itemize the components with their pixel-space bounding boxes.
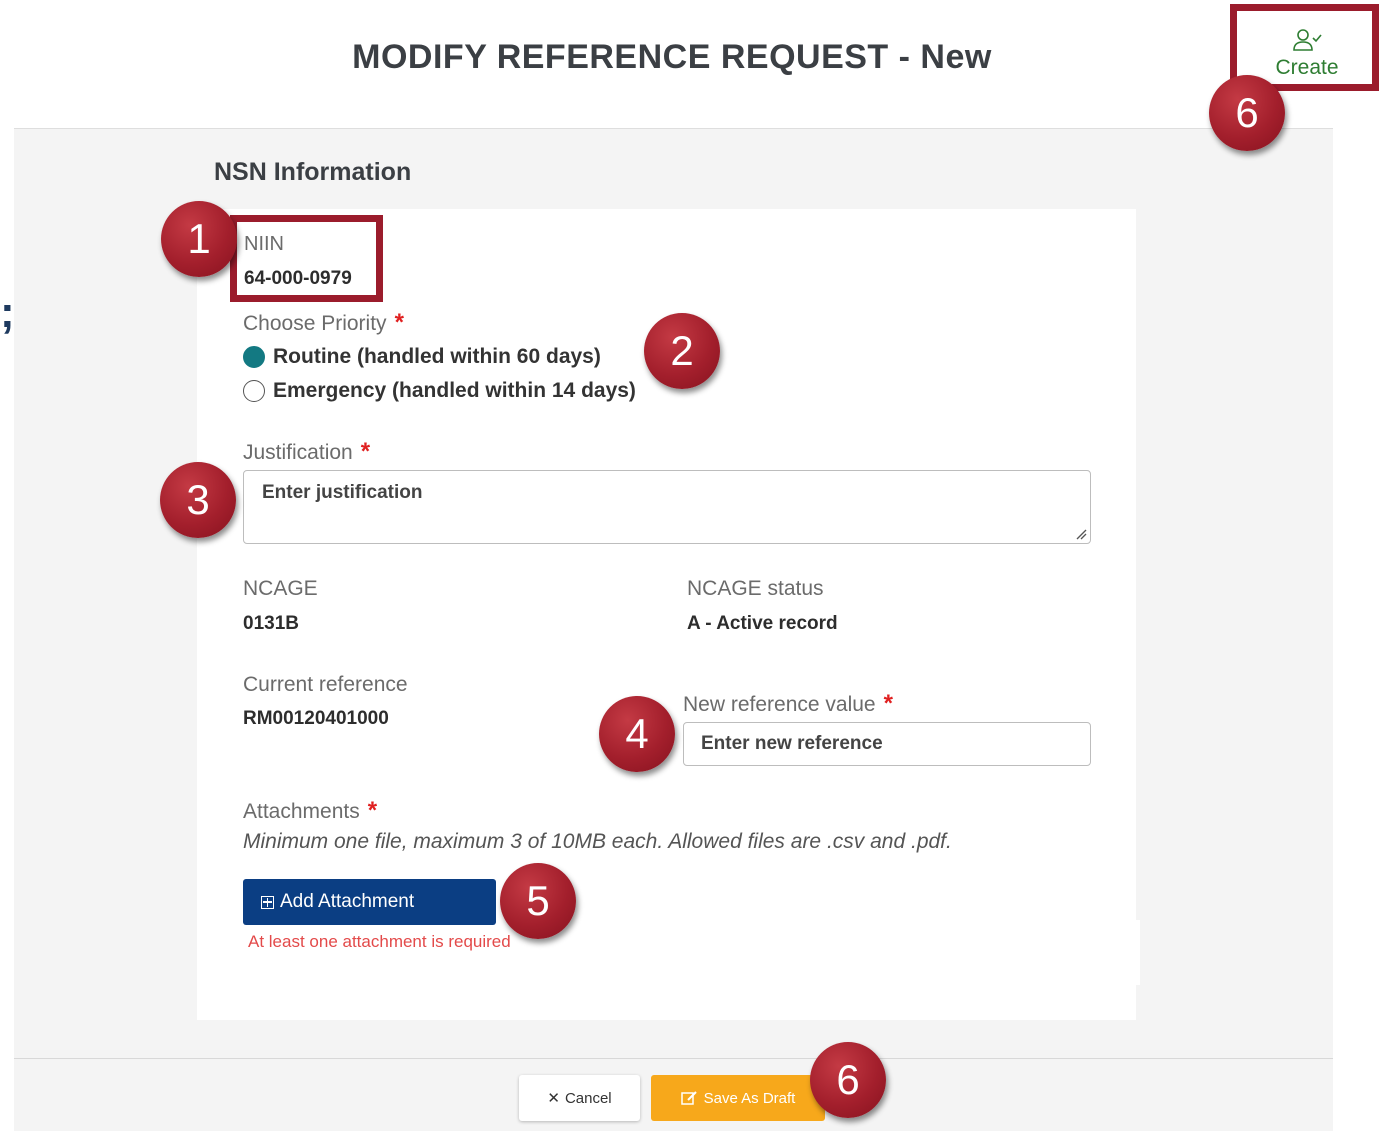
radio-empty-icon[interactable] xyxy=(243,380,265,402)
ncage-label: NCAGE xyxy=(243,577,318,600)
callout-badge: 3 xyxy=(160,462,236,538)
priority-option-label: Routine (handled within 60 days) xyxy=(273,345,601,368)
create-label: Create xyxy=(1275,56,1339,79)
ncage-status-value: A - Active record xyxy=(687,613,838,634)
niin-value: 64-000-0979 xyxy=(244,268,352,289)
attachments-label: Attachments * xyxy=(243,797,378,824)
current-reference-value: RM00120401000 xyxy=(243,708,389,729)
justification-textarea[interactable]: Enter justification xyxy=(243,470,1091,544)
save-as-draft-label: Save As Draft xyxy=(703,1089,796,1107)
new-reference-label: New reference value * xyxy=(683,690,893,717)
cancel-button[interactable]: ✕ Cancel xyxy=(519,1075,640,1121)
justification-placeholder: Enter justification xyxy=(262,482,423,503)
required-asterisk: * xyxy=(360,438,371,465)
new-reference-placeholder: Enter new reference xyxy=(701,733,883,754)
add-attachment-button[interactable]: Add Attachment xyxy=(243,879,496,925)
page-title: MODIFY REFERENCE REQUEST - New xyxy=(352,38,992,76)
radio-selected-icon[interactable] xyxy=(243,346,265,368)
add-attachment-label: Add Attachment xyxy=(280,891,415,912)
card-extension xyxy=(1120,920,1140,985)
plus-square-icon xyxy=(261,895,274,909)
priority-label: Choose Priority * xyxy=(243,309,404,336)
callout-badge: 5 xyxy=(500,863,576,939)
required-asterisk: * xyxy=(367,797,378,824)
priority-option-emergency[interactable]: Emergency (handled within 14 days) xyxy=(243,379,636,403)
callout-badge: 4 xyxy=(599,696,675,772)
required-asterisk: * xyxy=(394,309,404,336)
callout-badge: 2 xyxy=(644,313,720,389)
resize-grip-icon[interactable] xyxy=(1075,528,1087,540)
niin-label: NIIN xyxy=(244,233,284,255)
create-button[interactable]: Create xyxy=(1262,28,1352,80)
priority-option-label: Emergency (handled within 14 days) xyxy=(273,379,636,402)
callout-badge: 6 xyxy=(1209,75,1285,151)
close-icon: ✕ xyxy=(547,1090,560,1107)
callout-badge: 1 xyxy=(161,201,237,277)
callout-badge: 6 xyxy=(810,1042,886,1118)
ncage-status-label: NCAGE status xyxy=(687,577,824,600)
cancel-label: Cancel xyxy=(564,1089,612,1107)
section-title: NSN Information xyxy=(214,158,412,186)
user-check-icon xyxy=(1293,29,1322,51)
required-asterisk: * xyxy=(883,690,893,717)
current-reference-label: Current reference xyxy=(243,673,408,696)
attachment-error-message: At least one attachment is required xyxy=(248,932,511,951)
priority-option-routine[interactable]: Routine (handled within 60 days) xyxy=(243,345,601,369)
edit-icon xyxy=(680,1091,697,1105)
save-as-draft-button[interactable]: Save As Draft xyxy=(651,1075,825,1121)
ncage-value: 0131B xyxy=(243,613,299,634)
edge-mark: ; xyxy=(0,288,15,337)
new-reference-input[interactable]: Enter new reference xyxy=(683,722,1091,766)
justification-label: Justification * xyxy=(243,438,371,465)
attachments-hint: Minimum one file, maximum 3 of 10MB each… xyxy=(243,830,952,853)
